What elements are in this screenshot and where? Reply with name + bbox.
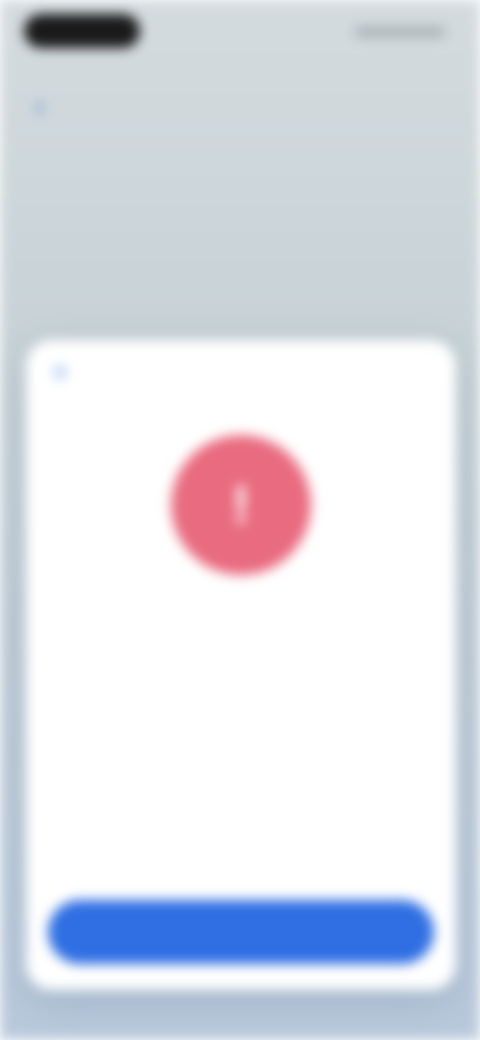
screen: ‹ ✕ ! <box>0 0 480 1040</box>
status-line <box>116 700 366 718</box>
back-chevron-icon[interactable]: ‹ <box>22 88 58 124</box>
dynamic-island <box>24 14 140 48</box>
primary-button[interactable] <box>48 900 434 964</box>
navigation-bar: ‹ <box>0 80 480 136</box>
modal-sheet: ✕ ! <box>26 340 456 990</box>
alert-avatar: ! <box>171 435 311 575</box>
status-left-text <box>116 700 241 718</box>
status-right-text <box>241 700 366 718</box>
status-bar <box>0 0 480 60</box>
status-icons <box>354 26 446 38</box>
close-icon[interactable]: ✕ <box>46 360 74 388</box>
alert-glyph: ! <box>232 475 250 535</box>
